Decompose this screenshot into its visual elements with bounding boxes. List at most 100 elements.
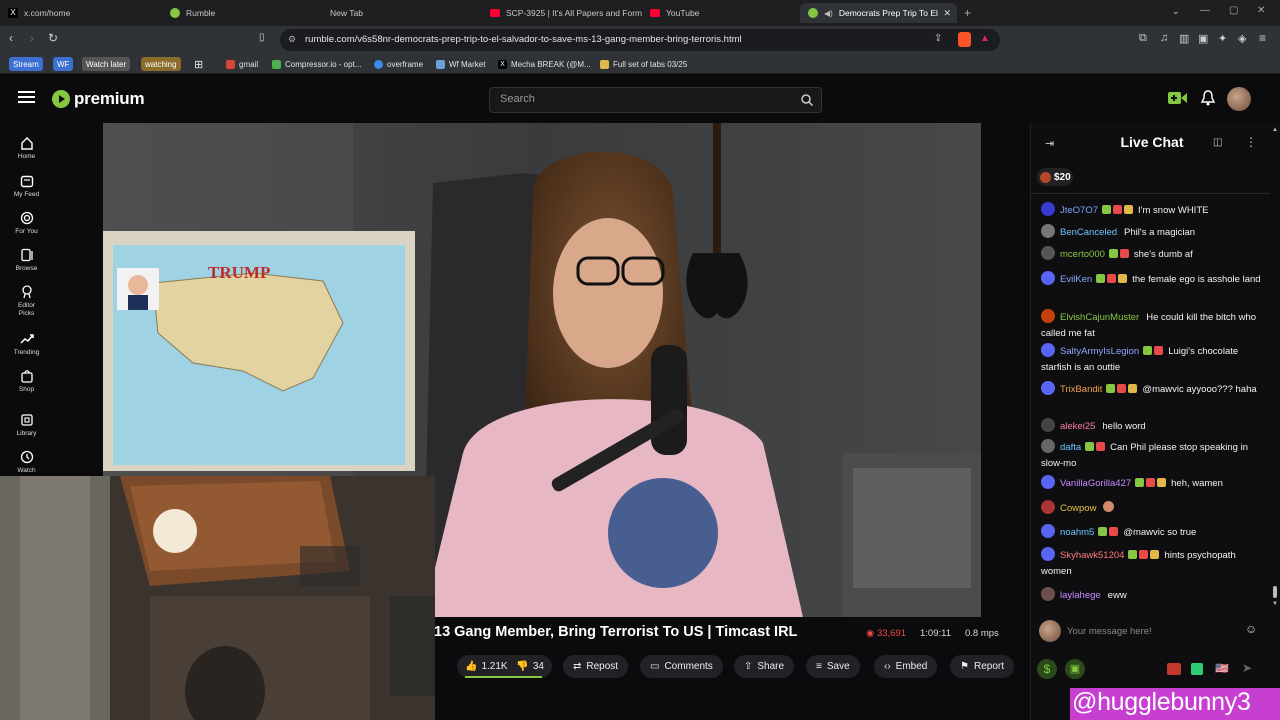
minimize-icon[interactable]: — (1200, 5, 1210, 16)
go-live-camera-icon[interactable] (1168, 91, 1187, 110)
notifications-bell-icon[interactable] (1200, 90, 1216, 111)
nav-browse[interactable]: Browse (0, 248, 53, 272)
repost-button[interactable]: ⇄ Repost (563, 655, 629, 678)
browser-tab-new[interactable]: New Tab (322, 3, 482, 23)
chat-username[interactable]: dafta (1060, 442, 1081, 453)
site-logo[interactable]: premium (74, 89, 145, 109)
chat-user-avatar[interactable] (1041, 202, 1055, 216)
search-input[interactable] (500, 93, 790, 105)
window-close-icon[interactable]: ✕ (1257, 5, 1265, 16)
share-url-icon[interactable]: ⇪ (934, 33, 942, 44)
dislike-count[interactable]: 34 (533, 661, 544, 672)
send-icon[interactable]: ➤ (1242, 661, 1252, 675)
nav-for-you[interactable]: For You (0, 211, 53, 235)
chat-scrollbar[interactable]: ▲ ▼ (1270, 123, 1280, 613)
chat-username[interactable]: BenCanceled (1060, 227, 1117, 238)
media-icon[interactable]: ♫ (1160, 32, 1168, 44)
bookmark-gmail[interactable]: gmail (222, 57, 262, 71)
search-box[interactable] (489, 87, 822, 113)
chat-user-avatar[interactable] (1041, 524, 1055, 538)
chat-user-avatar[interactable] (1041, 343, 1055, 357)
chat-username[interactable]: ElvishCajunMuster (1060, 312, 1139, 323)
emoji-icon[interactable]: ☺ (1245, 622, 1257, 636)
chat-username[interactable]: laylahege (1060, 590, 1101, 601)
rumble-logo-icon[interactable] (52, 90, 70, 113)
thumbs-down-icon[interactable]: 👎 (516, 661, 528, 672)
nav-library[interactable]: Library (0, 413, 53, 437)
browser-tab-x[interactable]: X x.com/home (0, 3, 165, 23)
nav-my-feed[interactable]: My Feed (0, 174, 53, 198)
chat-user-avatar[interactable] (1041, 271, 1055, 285)
sidebar-icon[interactable]: ▥ (1179, 32, 1189, 45)
menu-icon[interactable]: ≡ (1259, 31, 1266, 45)
bookmark-folder-tabs[interactable]: Full set of tabs 03/25 (596, 57, 691, 71)
forward-icon[interactable]: › (30, 31, 34, 45)
chat-username[interactable]: JteO7O7 (1060, 205, 1098, 216)
save-button[interactable]: ≡ Save (806, 655, 860, 678)
bookmark-watch-later[interactable]: Watch later (82, 57, 131, 71)
bookmark-watching[interactable]: watching (141, 57, 181, 71)
back-icon[interactable]: ‹ (9, 31, 13, 45)
nav-trending[interactable]: Trending (0, 332, 53, 356)
chat-username[interactable]: noahm5 (1060, 527, 1094, 538)
like-count[interactable]: 1.21K (481, 661, 507, 672)
bookmark-mecha-break[interactable]: X Mecha BREAK (@M... (494, 57, 595, 71)
comments-button[interactable]: ▭ Comments (640, 655, 723, 678)
reload-icon[interactable]: ↻ (48, 31, 58, 45)
chat-user-avatar[interactable] (1041, 309, 1055, 323)
bookmark-overframe[interactable]: overframe (370, 57, 427, 71)
bookmark-stream[interactable]: Stream (9, 57, 43, 71)
browser-tab-rumble[interactable]: Rumble (162, 3, 322, 23)
nav-watch-history[interactable]: Watch (0, 450, 53, 474)
user-avatar[interactable] (1227, 87, 1251, 111)
nav-editor-picks[interactable]: Editor Picks (0, 285, 53, 318)
emote-icon[interactable] (1191, 663, 1203, 675)
chat-user-avatar[interactable] (1041, 587, 1055, 601)
brave-shield-icon[interactable] (958, 32, 971, 47)
wallet-icon[interactable]: ▣ (1198, 32, 1208, 45)
chat-username[interactable]: TrixBandit (1060, 384, 1102, 395)
browser-tab-youtube[interactable]: YouTube (642, 3, 802, 23)
chat-user-avatar[interactable] (1041, 224, 1055, 238)
bookmark-compressor[interactable]: Compressor.io - opt... (268, 57, 365, 71)
chat-user-avatar[interactable] (1041, 547, 1055, 561)
gift-icon[interactable]: ▣ (1065, 659, 1085, 679)
chat-user-avatar[interactable] (1041, 418, 1055, 432)
apps-grid-icon[interactable]: ⊞ (190, 57, 207, 71)
new-tab-button[interactable]: + (964, 6, 971, 20)
embed-button[interactable]: ‹› Embed (874, 655, 938, 678)
close-tab-icon[interactable]: ✕ (943, 8, 951, 19)
bookmark-icon[interactable]: ▯ (259, 32, 265, 43)
hamburger-menu-icon[interactable] (18, 90, 35, 109)
bookmark-wf[interactable]: WF (53, 57, 74, 71)
chat-user-avatar[interactable] (1041, 500, 1055, 514)
rewards-icon[interactable]: ▲ (980, 33, 990, 44)
search-icon[interactable] (801, 93, 814, 111)
popout-chat-icon[interactable]: ◫ (1213, 137, 1222, 148)
maximize-icon[interactable]: ▢ (1229, 5, 1238, 16)
extensions-icon[interactable]: ⧉ (1139, 32, 1147, 45)
chat-username[interactable]: mcerto000 (1060, 249, 1105, 260)
rant-pill[interactable]: $20 (1037, 168, 1073, 186)
chat-message-input[interactable] (1067, 619, 1247, 643)
scroll-down-icon[interactable]: ▼ (1272, 601, 1278, 607)
chat-username[interactable]: SaltyArmyIsLegion (1060, 346, 1139, 357)
emote-icon[interactable] (1167, 663, 1181, 675)
thumbs-up-icon[interactable]: 👍 (465, 661, 477, 672)
chat-username[interactable]: alekei25 (1060, 421, 1095, 432)
share-button[interactable]: ⇧ Share (734, 655, 795, 678)
scroll-thumb[interactable] (1273, 586, 1277, 598)
bookmark-wf-market[interactable]: Wf Market (432, 57, 489, 71)
leo-ai-icon[interactable]: ✦ (1218, 32, 1227, 45)
vpn-icon[interactable]: ◈ (1238, 32, 1246, 45)
chat-username[interactable]: Cowpow (1060, 503, 1096, 514)
chat-user-avatar[interactable] (1041, 439, 1055, 453)
nav-home[interactable]: Home (0, 136, 53, 160)
chat-options-icon[interactable]: ⋮ (1245, 135, 1257, 149)
scroll-up-icon[interactable]: ▲ (1272, 127, 1278, 133)
browser-tab-active[interactable]: ◀) Democrats Prep Trip To El Sa ✕ (800, 3, 957, 23)
flag-emote-icon[interactable]: 🇺🇸 (1215, 662, 1229, 675)
rant-dollar-icon[interactable]: $ (1037, 659, 1057, 679)
site-info-icon[interactable]: ⚙ (288, 34, 296, 45)
nav-shop[interactable]: Shop (0, 369, 53, 393)
